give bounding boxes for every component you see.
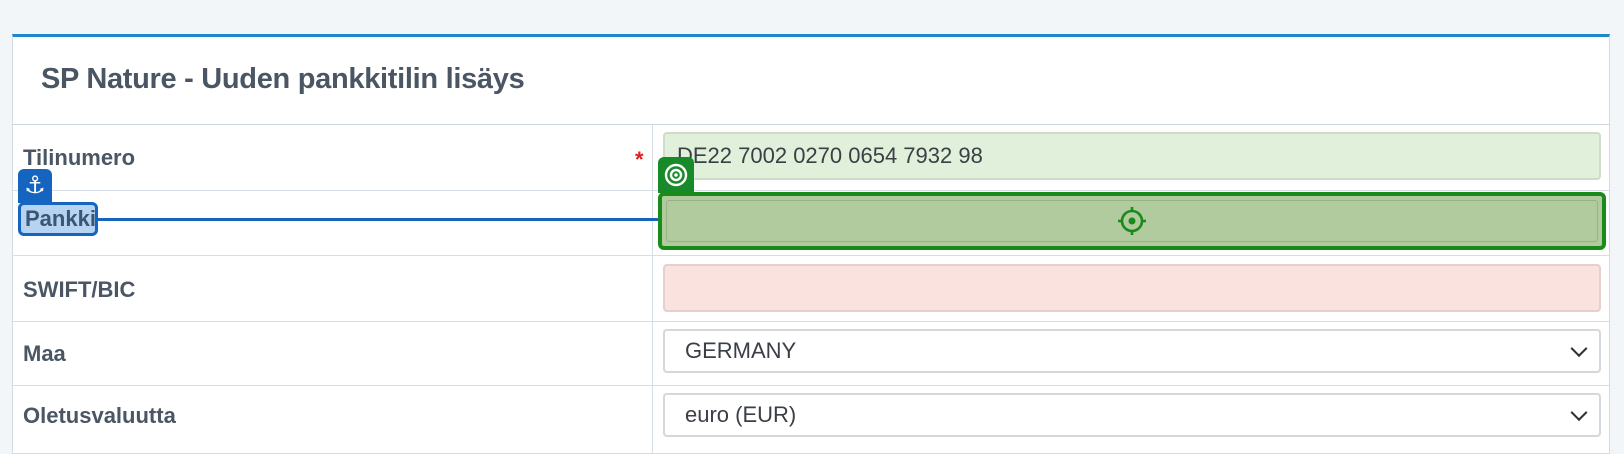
chevron-down-icon [1570, 404, 1588, 422]
row-divider [13, 321, 1609, 322]
concentric-target-icon [658, 157, 694, 193]
swift-bic-label: SWIFT/BIC [23, 277, 136, 302]
account-number-label: Tilinumero [23, 145, 136, 170]
required-indicator: * [635, 147, 644, 172]
anchor-highlight-bank-label[interactable]: Pankki [18, 202, 98, 236]
header-divider [13, 124, 1609, 125]
target-inner-frame [666, 200, 1598, 242]
account-number-value: DE22 7002 0270 0654 7932 98 [677, 143, 983, 168]
default-currency-label: Oletusvaluutta [23, 403, 176, 428]
row-divider [13, 385, 1609, 386]
anchor-connector-line [98, 218, 668, 221]
country-label: Maa [23, 341, 66, 366]
account-number-input[interactable]: DE22 7002 0270 0654 7932 98 [663, 132, 1601, 180]
country-selected-value: GERMANY [685, 338, 797, 363]
column-divider [652, 125, 653, 453]
swift-bic-input[interactable] [663, 264, 1601, 312]
anchor-icon: ⚓ [18, 169, 52, 203]
country-select[interactable]: GERMANY [663, 329, 1601, 373]
currency-selected-value: euro (EUR) [685, 402, 797, 427]
page-title: SP Nature - Uuden pankkitilin lisäys [41, 63, 525, 95]
bank-account-form-panel: SP Nature - Uuden pankkitilin lisäys Til… [12, 34, 1610, 454]
currency-select[interactable]: euro (EUR) [663, 393, 1601, 437]
row-divider [13, 255, 1609, 256]
row-divider [13, 190, 1609, 191]
chevron-down-icon [1570, 340, 1588, 358]
target-highlight-bank-input[interactable] [658, 192, 1606, 250]
